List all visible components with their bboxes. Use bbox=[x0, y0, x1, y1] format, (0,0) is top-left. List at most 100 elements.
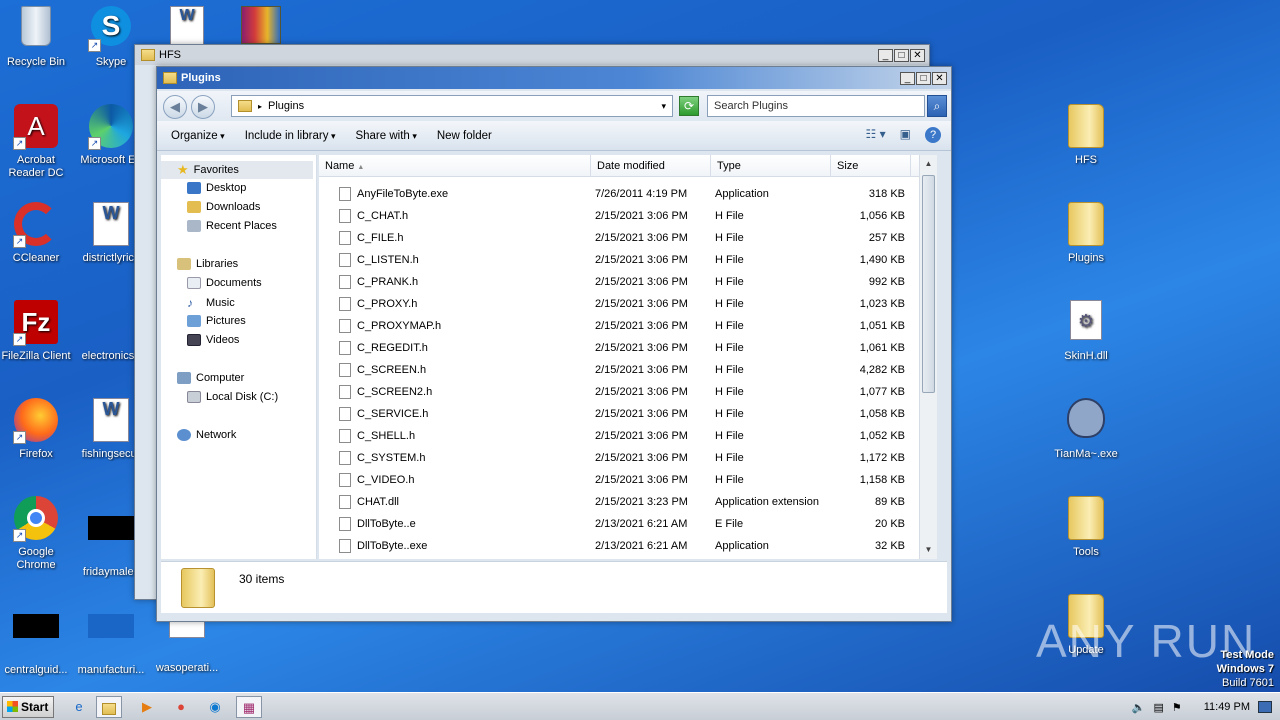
refresh-button[interactable]: ⟳ bbox=[679, 96, 699, 116]
file-row[interactable]: C_FILE.h 2/15/2021 3:06 PM H File 257 KB bbox=[319, 227, 919, 249]
file-row[interactable]: C_SYSTEM.h 2/15/2021 3:06 PM H File 1,172 K… bbox=[319, 447, 919, 469]
media-player-icon[interactable]: ▶ bbox=[134, 696, 160, 718]
nav-libraries[interactable]: Libraries bbox=[177, 258, 238, 270]
test-mode-line1: Test Mode bbox=[1220, 649, 1274, 661]
search-icon[interactable]: ⌕ bbox=[927, 95, 947, 117]
desktop-icon-acrobat[interactable]: A ↗ Acrobat Reader DC bbox=[0, 104, 75, 180]
desktop-icon-firefox[interactable]: ↗ Firefox bbox=[0, 398, 75, 461]
column-header-name[interactable]: Name ▲ bbox=[319, 155, 591, 177]
test-mode-line3: Build 7601 bbox=[1222, 677, 1274, 689]
desktop-icon-recycle-bin[interactable]: Recycle Bin bbox=[0, 6, 75, 69]
nav-network[interactable]: Network bbox=[177, 429, 236, 441]
winrar-taskbar-icon[interactable]: ▦ bbox=[236, 696, 262, 718]
nav-recent-places[interactable]: Recent Places bbox=[187, 220, 277, 232]
file-type: H File bbox=[715, 342, 744, 354]
scrollbar-thumb[interactable] bbox=[922, 175, 935, 393]
explorer-titlebar[interactable]: Plugins _ □ ✕ bbox=[157, 67, 951, 89]
show-desktop-icon[interactable] bbox=[1258, 701, 1272, 713]
include-in-library-button[interactable]: Include in library bbox=[245, 130, 336, 142]
nav-downloads[interactable]: Downloads bbox=[187, 201, 260, 213]
preview-pane-icon[interactable]: ▣ bbox=[900, 127, 911, 143]
chevron-down-icon[interactable]: ▾ bbox=[661, 101, 666, 112]
start-button[interactable]: Start bbox=[2, 696, 54, 718]
search-input[interactable]: Search Plugins bbox=[707, 95, 925, 117]
file-row[interactable]: DllToByte..e 2/13/2021 6:21 AM E File 20 KB bbox=[319, 513, 919, 535]
nav-desktop[interactable]: Desktop bbox=[187, 182, 246, 194]
scroll-down-arrow-icon[interactable]: ▼ bbox=[922, 543, 935, 557]
file-row[interactable]: C_PROXYMAP.h 2/15/2021 3:06 PM H File 1,051… bbox=[319, 315, 919, 337]
nav-local-disk[interactable]: Local Disk (C:) bbox=[187, 391, 278, 403]
back-button[interactable]: ◀ bbox=[163, 95, 187, 119]
desktop-icon-tools[interactable]: Tools bbox=[1047, 496, 1125, 559]
network-tray-icon[interactable]: ▤ bbox=[1153, 701, 1163, 714]
flag-icon[interactable]: ⚑ bbox=[1172, 701, 1182, 714]
address-bar-area: ◀ ▶ ▸ Plugins ▾ ⟳ Search Plugins ⌕ bbox=[157, 91, 951, 121]
view-options-icon[interactable]: ☷ ▾ bbox=[866, 127, 886, 143]
new-folder-button[interactable]: New folder bbox=[437, 130, 492, 142]
file-row[interactable]: C_SCREEN2.h 2/15/2021 3:06 PM H File 1,077 … bbox=[319, 381, 919, 403]
file-row[interactable]: C_PROXY.h 2/15/2021 3:06 PM H File 1,023 KB bbox=[319, 293, 919, 315]
file-row[interactable]: AnyFileToByte.exe 7/26/2011 4:19 PM Applic… bbox=[319, 183, 919, 205]
hfs-titlebar[interactable]: HFS _ □ ✕ bbox=[135, 45, 929, 65]
file-date: 2/15/2021 3:06 PM bbox=[595, 232, 688, 244]
desktop-icon-chrome[interactable]: ↗ Google Chrome bbox=[0, 496, 75, 572]
nav-pictures[interactable]: Pictures bbox=[187, 315, 246, 327]
nav-computer[interactable]: Computer bbox=[177, 372, 244, 384]
maximize-button[interactable]: □ bbox=[916, 71, 931, 85]
file-row[interactable]: DllToByte..exe 2/13/2021 6:21 AM Applicati… bbox=[319, 535, 919, 557]
file-size: 1,172 KB bbox=[859, 452, 905, 464]
scroll-up-arrow-icon[interactable]: ▲ bbox=[922, 157, 935, 171]
file-name: C_PROXY.h bbox=[357, 298, 418, 310]
desktop-icon-manufacturi[interactable]: manufacturi... bbox=[72, 594, 150, 677]
file-row[interactable]: C_VIDEO.h 2/15/2021 3:06 PM H File 1,158 KB bbox=[319, 469, 919, 491]
desktop-icon-ccleaner[interactable]: ↗ CCleaner bbox=[0, 202, 75, 265]
nav-favorites[interactable]: ★ Favorites bbox=[161, 161, 313, 179]
image-icon bbox=[88, 614, 134, 660]
chrome-taskbar-icon[interactable]: ● bbox=[168, 696, 194, 718]
file-row[interactable]: C_SCREEN.h 2/15/2021 3:06 PM H File 4,282 K… bbox=[319, 359, 919, 381]
column-label: Name bbox=[325, 160, 355, 172]
clock[interactable]: 11:49 PM bbox=[1204, 701, 1250, 713]
forward-button[interactable]: ▶ bbox=[191, 95, 215, 119]
explorer-taskbar-icon[interactable] bbox=[96, 696, 122, 718]
close-button[interactable]: ✕ bbox=[910, 48, 925, 62]
minimize-button[interactable]: _ bbox=[878, 48, 893, 62]
close-button[interactable]: ✕ bbox=[932, 71, 947, 85]
explorer-window[interactable]: Plugins _ □ ✕ ◀ ▶ ▸ Plugins ▾ ⟳ Search P… bbox=[156, 66, 952, 622]
file-icon bbox=[339, 385, 351, 399]
file-row[interactable]: C_SHELL.h 2/15/2021 3:06 PM H File 1,052 KB bbox=[319, 425, 919, 447]
address-box[interactable]: ▸ Plugins ▾ bbox=[231, 95, 673, 117]
help-icon[interactable]: ? bbox=[925, 127, 941, 143]
file-row[interactable]: C_CHAT.h 2/15/2021 3:06 PM H File 1,056 KB bbox=[319, 205, 919, 227]
file-row[interactable]: C_SERVICE.h 2/15/2021 3:06 PM H File 1,058 … bbox=[319, 403, 919, 425]
desktop-icon-skinh[interactable]: ⚙ SkinH.dll bbox=[1047, 300, 1125, 363]
file-row[interactable]: CHAT.dll 2/15/2021 3:23 PM Application ext… bbox=[319, 491, 919, 513]
desktop-icon-centralguid[interactable]: centralguid... bbox=[0, 594, 75, 677]
share-with-button[interactable]: Share with bbox=[355, 130, 416, 142]
organize-button[interactable]: Organize bbox=[171, 130, 225, 142]
desktop-icon-tianma[interactable]: TianMa~.exe bbox=[1047, 398, 1125, 461]
minimize-button[interactable]: _ bbox=[900, 71, 915, 85]
desktop-icon-plugins[interactable]: Plugins bbox=[1047, 202, 1125, 265]
desktop-icon-hfs[interactable]: HFS bbox=[1047, 104, 1125, 167]
column-header-size[interactable]: Size bbox=[831, 155, 911, 177]
desktop-icon-filezilla[interactable]: Fz ↗ FileZilla Client bbox=[0, 300, 75, 363]
file-row[interactable]: C_LISTEN.h 2/15/2021 3:06 PM H File 1,490 K… bbox=[319, 249, 919, 271]
nav-videos[interactable]: Videos bbox=[187, 334, 239, 346]
column-header-date[interactable]: Date modified bbox=[591, 155, 711, 177]
file-row[interactable]: Example.Cpp 2/9/2021 4:27 AM CPP File 1 KB bbox=[319, 557, 919, 559]
nav-documents[interactable]: Documents bbox=[187, 277, 262, 289]
ie-icon[interactable]: e bbox=[66, 696, 92, 718]
edge-taskbar-icon[interactable]: ◉ bbox=[202, 696, 228, 718]
column-header-type[interactable]: Type bbox=[711, 155, 831, 177]
file-row[interactable]: C_REGEDIT.h 2/15/2021 3:06 PM H File 1,061 … bbox=[319, 337, 919, 359]
file-date: 2/15/2021 3:06 PM bbox=[595, 408, 688, 420]
maximize-button[interactable]: □ bbox=[894, 48, 909, 62]
vertical-scrollbar[interactable]: ▲ ▼ bbox=[919, 155, 937, 559]
file-name: C_PRANK.h bbox=[357, 276, 419, 288]
file-type: H File bbox=[715, 408, 744, 420]
file-name: DllToByte..exe bbox=[357, 540, 428, 552]
nav-music[interactable]: ♪ Music bbox=[187, 296, 235, 310]
file-row[interactable]: C_PRANK.h 2/15/2021 3:06 PM H File 992 KB bbox=[319, 271, 919, 293]
speaker-icon[interactable]: 🔈 bbox=[1132, 701, 1146, 714]
